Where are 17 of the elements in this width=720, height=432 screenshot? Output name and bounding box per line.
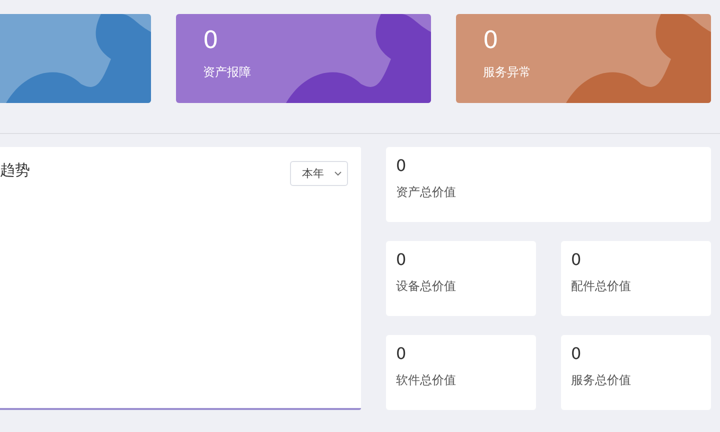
period-select[interactable]: 本年 <box>290 161 348 186</box>
summary-label: 资产报障 <box>203 64 251 81</box>
chart-title: 趋势 <box>0 161 30 180</box>
value-number: 0 <box>571 344 582 363</box>
value-number: 0 <box>571 250 582 269</box>
value-number: 0 <box>396 156 406 175</box>
summary-value: 0 <box>483 26 498 54</box>
value-number: 0 <box>396 250 406 269</box>
value-label: 设备总价值 <box>396 278 456 295</box>
value-number: 0 <box>396 344 406 363</box>
value-label: 配件总价值 <box>571 278 631 295</box>
value-label: 软件总价值 <box>396 372 456 389</box>
summary-value: 0 <box>203 26 218 54</box>
summary-label: 服务异常 <box>483 64 531 81</box>
value-label: 服务总价值 <box>571 372 631 389</box>
chevron-down-icon <box>334 171 342 176</box>
value-label: 资产总价值 <box>396 184 456 201</box>
